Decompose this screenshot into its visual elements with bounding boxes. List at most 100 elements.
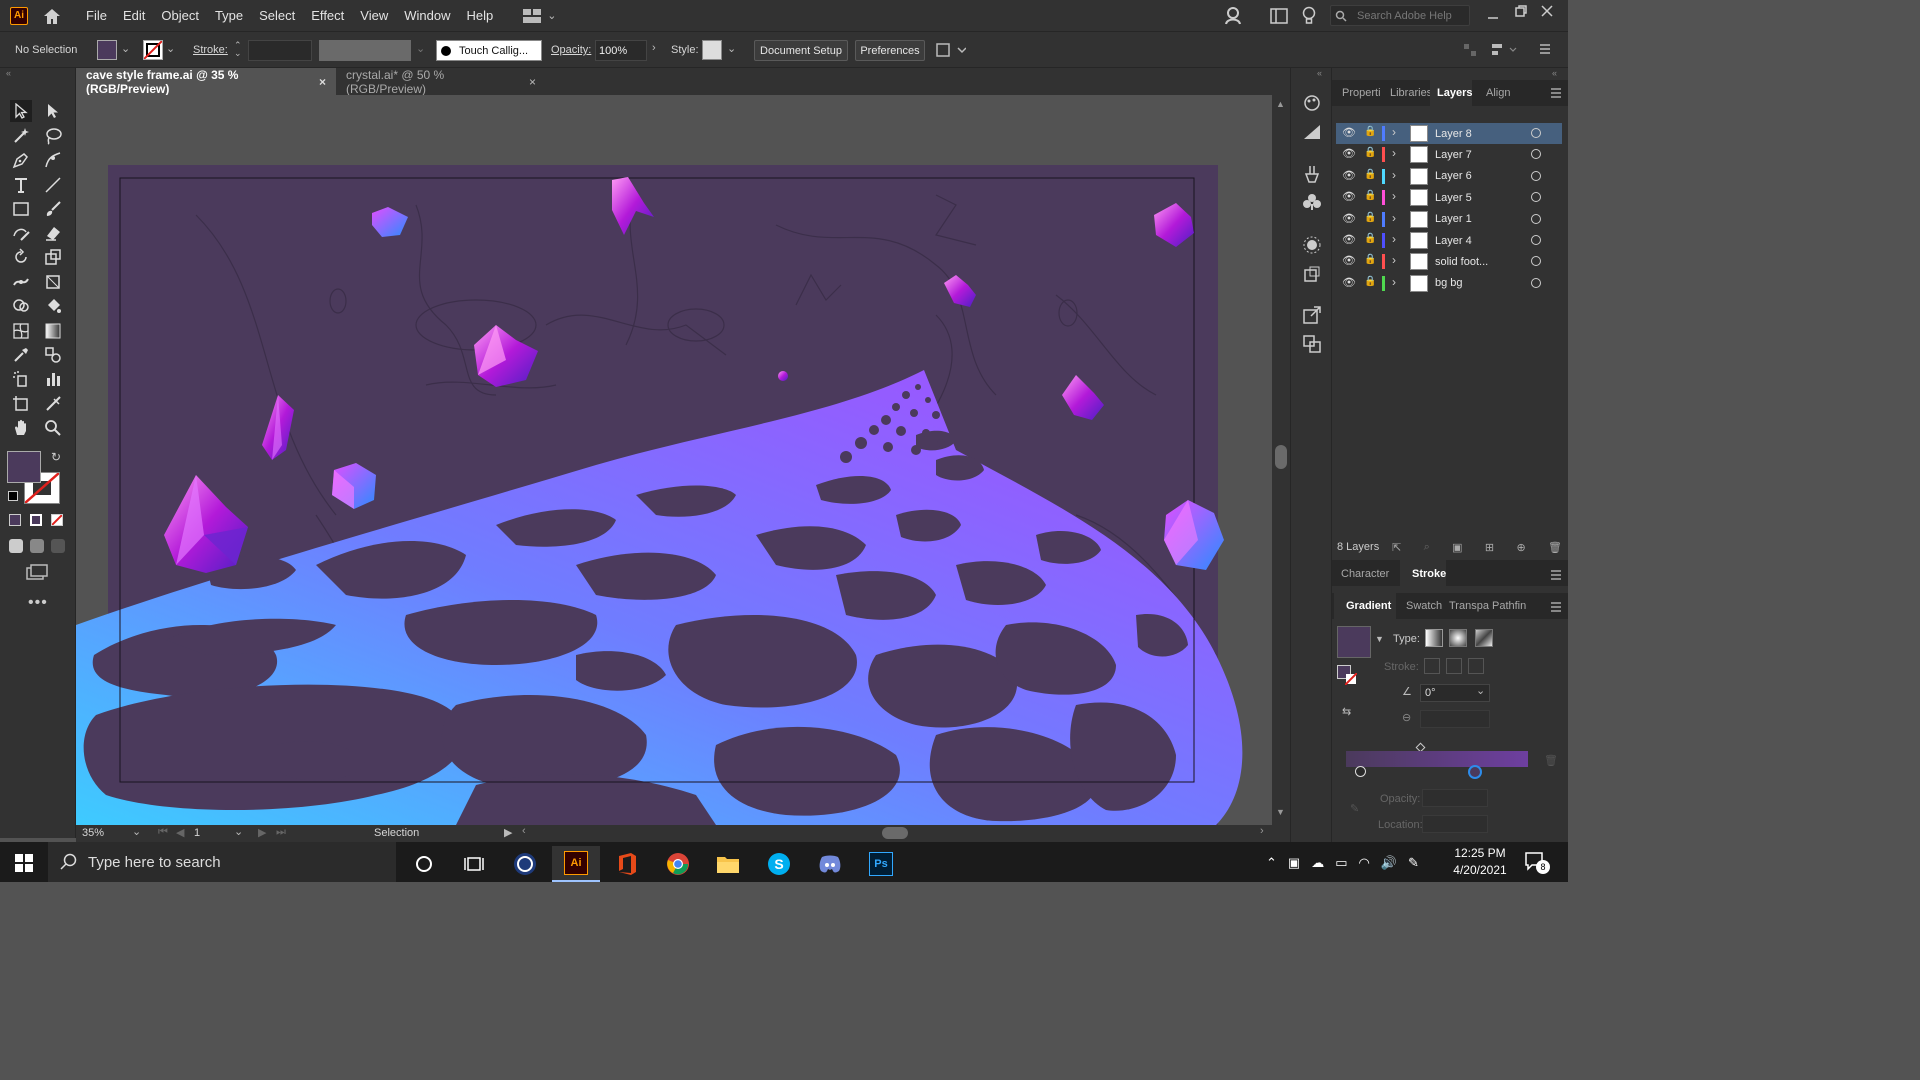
skype-app-icon[interactable]: S bbox=[755, 846, 803, 882]
arrange-documents-icon[interactable] bbox=[936, 42, 966, 58]
gradient-preview-swatch[interactable] bbox=[1337, 626, 1371, 658]
stroke-along-icon[interactable] bbox=[1446, 658, 1462, 674]
eraser-tool-icon[interactable] bbox=[42, 222, 64, 244]
layer-name[interactable]: Layer 8 bbox=[1435, 128, 1472, 140]
edit-toolbar-icon[interactable]: ••• bbox=[28, 594, 48, 612]
opacity-label[interactable]: Opacity: bbox=[551, 44, 591, 56]
menu-type[interactable]: Type bbox=[207, 8, 251, 23]
artboard-tool-icon[interactable] bbox=[10, 393, 32, 415]
default-fill-stroke-icon[interactable] bbox=[8, 491, 18, 501]
visibility-eye-icon[interactable]: 👁 bbox=[1342, 233, 1356, 246]
scroll-down-icon[interactable]: ▼ bbox=[1276, 807, 1285, 817]
hand-tool-icon[interactable] bbox=[10, 417, 32, 439]
expand-chevron-icon[interactable]: › bbox=[1392, 232, 1396, 246]
gradient-stop-right[interactable] bbox=[1468, 765, 1482, 779]
cloud-user-icon[interactable] bbox=[1224, 6, 1244, 26]
target-circle-icon[interactable] bbox=[1531, 128, 1541, 138]
layer-row[interactable]: 👁 🔒 › Layer 5 bbox=[1336, 187, 1562, 208]
target-circle-icon[interactable] bbox=[1531, 256, 1541, 267]
symbols-icon[interactable] bbox=[1302, 192, 1322, 212]
layer-name[interactable]: bg bg bbox=[1435, 277, 1463, 289]
layer-name[interactable]: Layer 7 bbox=[1435, 149, 1472, 161]
menu-help[interactable]: Help bbox=[458, 8, 501, 23]
zoom-tool-icon[interactable] bbox=[42, 417, 64, 439]
stroke-swatch[interactable] bbox=[143, 40, 163, 60]
brushes-icon[interactable] bbox=[1302, 164, 1322, 184]
start-button-icon[interactable] bbox=[14, 853, 34, 873]
expand-chevron-icon[interactable]: › bbox=[1392, 253, 1396, 267]
layer-name[interactable]: Layer 6 bbox=[1435, 170, 1472, 182]
fill-dropdown-chevron-icon[interactable]: ⌄ bbox=[121, 42, 130, 55]
document-setup-button[interactable]: Document Setup bbox=[754, 40, 848, 61]
tab-properties[interactable]: Properti bbox=[1342, 87, 1381, 99]
scroll-up-icon[interactable]: ▲ bbox=[1276, 99, 1285, 109]
scroll-thumb[interactable] bbox=[1275, 445, 1287, 469]
panel-collapse-icon[interactable]: « bbox=[6, 68, 11, 78]
line-segment-tool-icon[interactable] bbox=[42, 174, 64, 196]
tab-stroke[interactable]: Stroke bbox=[1412, 568, 1446, 580]
file-explorer-icon[interactable] bbox=[704, 846, 752, 882]
target-circle-icon[interactable] bbox=[1531, 235, 1541, 245]
gradient-stop-left[interactable] bbox=[1355, 766, 1366, 777]
draw-inside-icon[interactable] bbox=[51, 539, 65, 553]
rectangle-tool-icon[interactable] bbox=[10, 198, 32, 220]
free-transform-tool-icon[interactable] bbox=[42, 271, 64, 293]
menu-select[interactable]: Select bbox=[251, 8, 303, 23]
color-mode-button[interactable] bbox=[9, 514, 21, 526]
graphic-style-swatch[interactable] bbox=[702, 40, 722, 60]
stroke-across-icon[interactable] bbox=[1468, 658, 1484, 674]
volume-icon[interactable]: 🔊 bbox=[1381, 855, 1397, 871]
expand-chevron-icon[interactable]: › bbox=[1392, 168, 1396, 182]
locate-object-icon[interactable]: ⌕ bbox=[1424, 541, 1430, 554]
menu-file[interactable]: File bbox=[78, 8, 115, 23]
gradient-fill-stroke-toggle[interactable] bbox=[1337, 665, 1357, 685]
expand-chevron-icon[interactable]: › bbox=[1392, 146, 1396, 160]
tab-align[interactable]: Align bbox=[1486, 87, 1510, 99]
angle-dropdown-chevron-icon[interactable]: ⌄ bbox=[1476, 684, 1485, 697]
gradient-preset-chevron-icon[interactable]: ▼ bbox=[1375, 634, 1384, 644]
document-tab-active[interactable]: cave style frame.ai @ 35 % (RGB/Preview)… bbox=[76, 68, 336, 96]
zoom-level[interactable]: 35% bbox=[82, 827, 104, 839]
network-icon[interactable]: ◠ bbox=[1359, 855, 1370, 871]
direct-selection-tool-icon[interactable] bbox=[42, 100, 64, 122]
layer-row[interactable]: 👁 🔒 › Layer 1 bbox=[1336, 209, 1562, 230]
menu-edit[interactable]: Edit bbox=[115, 8, 153, 23]
stroke-stepper[interactable]: ⌃ ⌄ bbox=[234, 41, 242, 58]
battery-icon[interactable]: ▭ bbox=[1335, 855, 1347, 871]
column-graph-tool-icon[interactable] bbox=[42, 368, 64, 390]
panel-expand-icon[interactable]: « bbox=[1552, 68, 1557, 78]
color-guide-icon[interactable] bbox=[1302, 94, 1322, 112]
swatches-icon[interactable] bbox=[1302, 123, 1322, 141]
variable-width-profile[interactable] bbox=[319, 40, 411, 61]
delete-stop-icon[interactable]: 🗑 bbox=[1544, 754, 1558, 767]
opacity-field[interactable]: 100% bbox=[595, 40, 647, 61]
tab-transparency[interactable]: Transpa bbox=[1449, 600, 1489, 612]
onedrive-icon[interactable]: ☁ bbox=[1311, 855, 1324, 871]
illustrator-app-icon[interactable]: Ai bbox=[552, 846, 600, 882]
gradient-eyedropper-icon[interactable]: ✎ bbox=[1350, 802, 1359, 815]
export-icon[interactable] bbox=[1302, 305, 1322, 325]
minimize-button[interactable] bbox=[1486, 8, 1500, 22]
style-dropdown-chevron-icon[interactable]: ⌄ bbox=[727, 42, 736, 55]
zoom-dropdown-chevron-icon[interactable]: ⌄ bbox=[132, 825, 141, 838]
dock-collapse-icon[interactable]: « bbox=[1317, 68, 1322, 78]
vertical-scrollbar[interactable]: ▲ ▼ bbox=[1272, 95, 1290, 825]
show-hidden-icons-icon[interactable]: ⌃ bbox=[1266, 855, 1277, 871]
taskbar-search-box[interactable]: Type here to search bbox=[48, 842, 396, 882]
target-circle-icon[interactable] bbox=[1531, 213, 1541, 224]
symbol-sprayer-tool-icon[interactable] bbox=[10, 368, 32, 390]
control-panel-menu-icon[interactable] bbox=[1538, 43, 1552, 55]
preferences-button[interactable]: Preferences bbox=[855, 40, 925, 61]
layer-name[interactable]: Layer 4 bbox=[1435, 235, 1472, 247]
draw-behind-icon[interactable] bbox=[30, 539, 44, 553]
restore-button[interactable] bbox=[1514, 4, 1528, 18]
radial-gradient-button[interactable] bbox=[1449, 629, 1467, 647]
clock[interactable]: 12:25 PM 4/20/2021 bbox=[1448, 845, 1512, 879]
new-sublayer-icon[interactable]: ⊞ bbox=[1485, 541, 1494, 554]
opacity-arrow-icon[interactable]: › bbox=[652, 42, 656, 54]
home-icon[interactable] bbox=[42, 7, 62, 25]
close-window-button[interactable] bbox=[1540, 4, 1554, 18]
profile-dropdown-chevron-icon[interactable]: ⌄ bbox=[416, 42, 425, 55]
hscroll-right-icon[interactable]: › bbox=[1260, 825, 1264, 837]
tab-character[interactable]: Character bbox=[1341, 568, 1389, 580]
